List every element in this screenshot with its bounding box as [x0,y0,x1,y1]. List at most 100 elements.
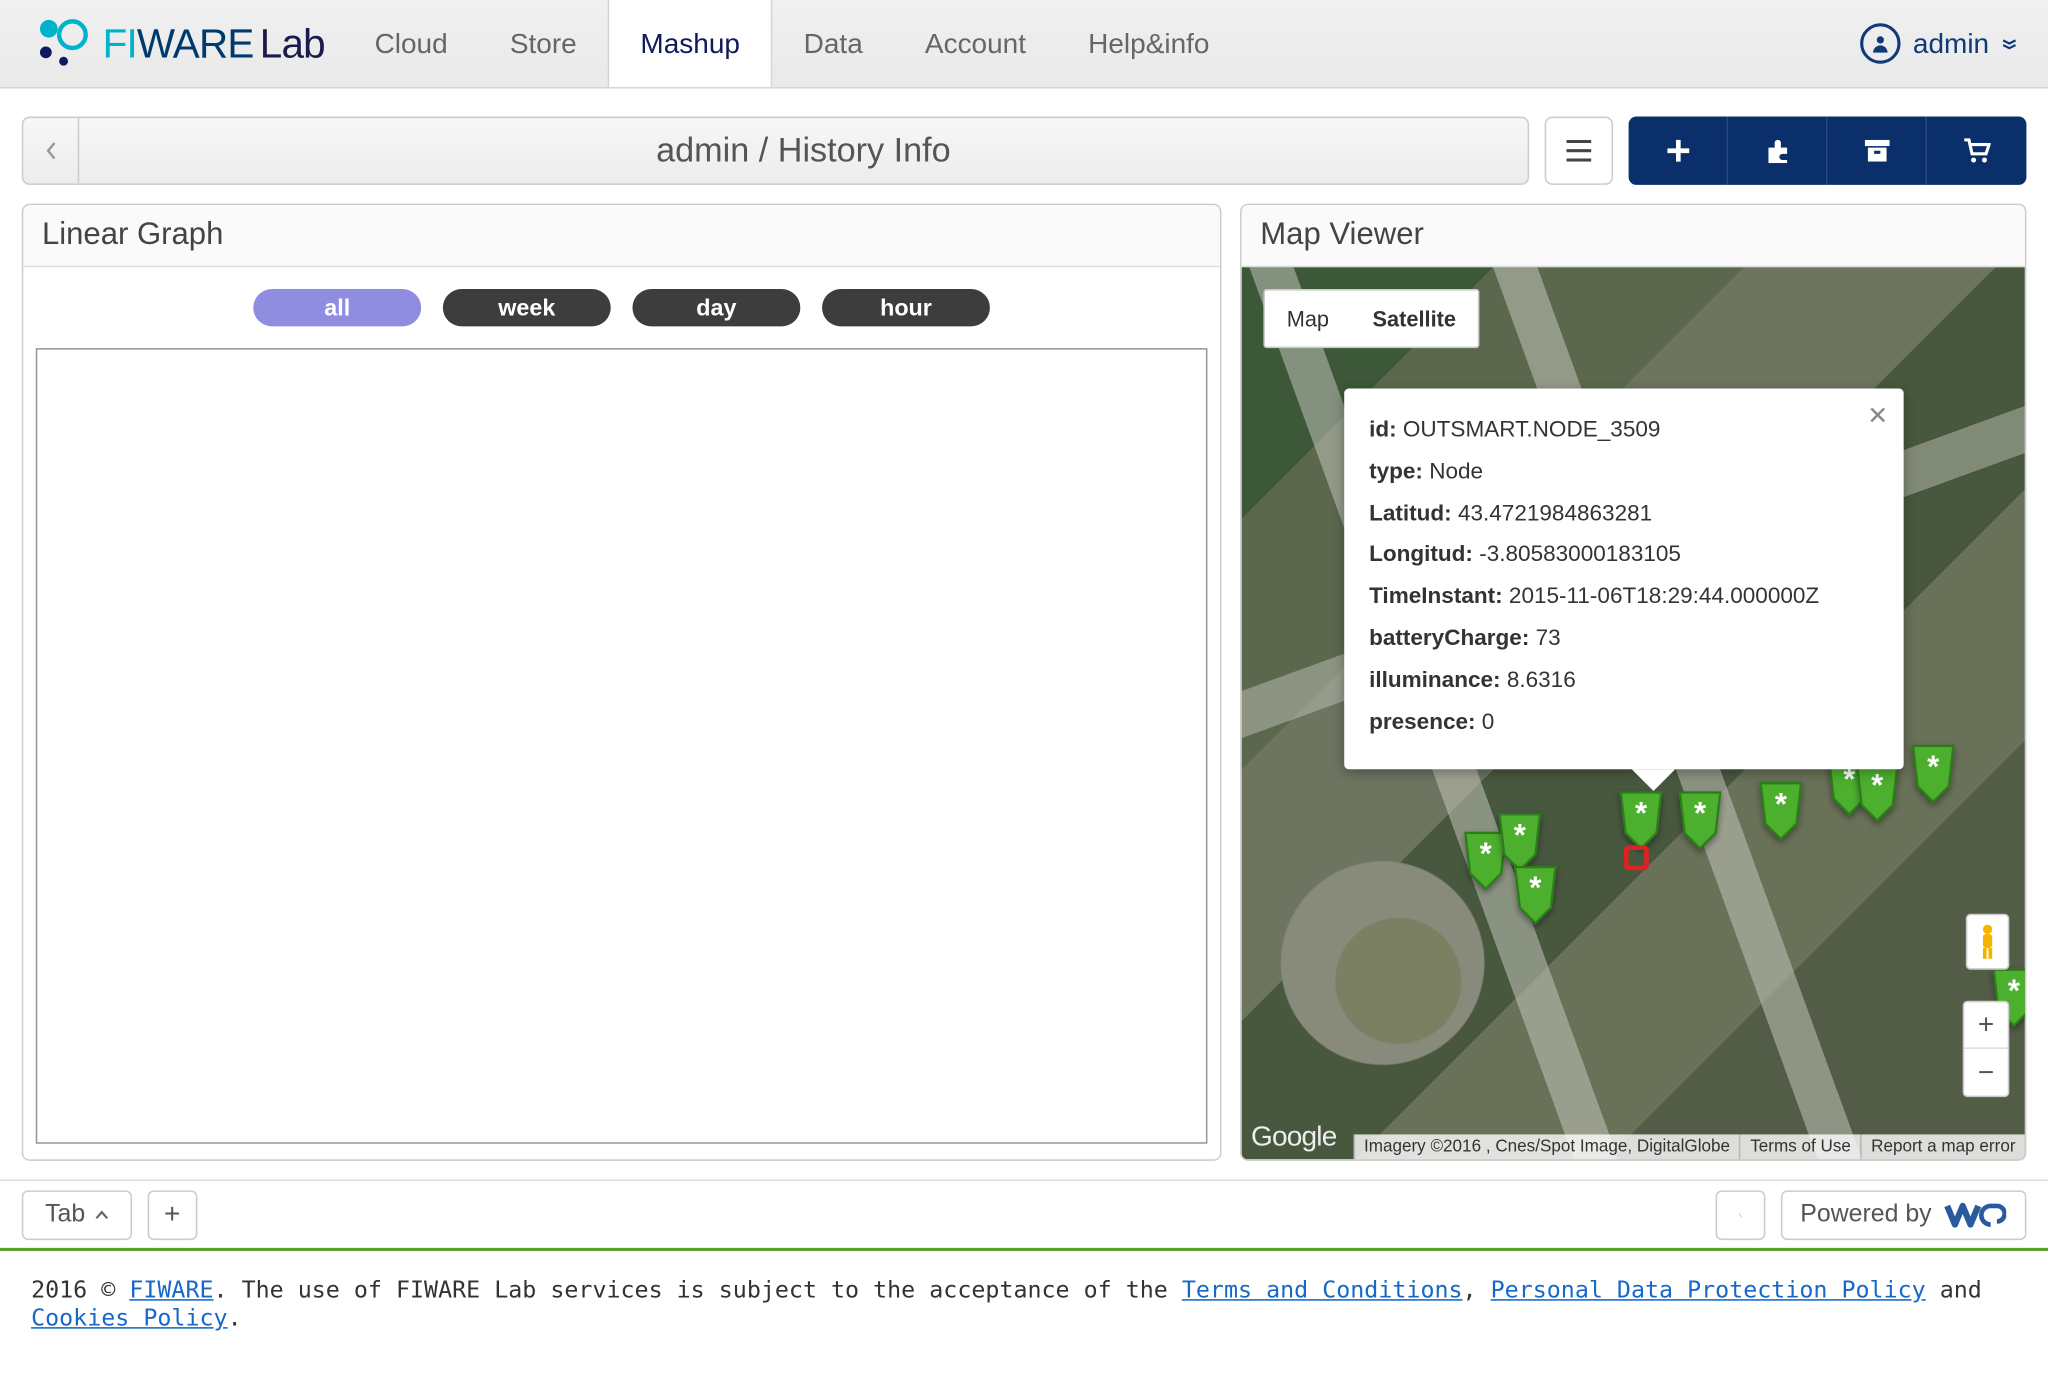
zoom-control: + − [1963,1001,2010,1097]
report-link[interactable]: Report a map error [1860,1134,2025,1159]
info-presence-label: presence: [1369,710,1475,735]
chevron-down-icon [2002,36,2018,52]
close-icon[interactable]: ✕ [1867,401,1888,432]
svg-text:*: * [1635,796,1648,831]
archive-button[interactable] [1828,117,1927,185]
workspace: Linear Graph all week day hour Map Viewe… [0,185,2048,1180]
tab-bar: Tab + Powered by [0,1179,2048,1250]
map-viewer-title: Map Viewer [1242,205,2025,267]
cart-button[interactable] [1927,117,2026,185]
svg-text:*: * [1775,786,1788,821]
powered-by[interactable]: Powered by [1780,1190,2026,1240]
tab-right: Powered by [1715,1190,2027,1240]
nav-account[interactable]: Account [894,0,1057,87]
add-button[interactable] [1629,117,1728,185]
time-range-pills: all week day hour [23,267,1220,342]
plugin-button[interactable] [1728,117,1827,185]
user-name: admin [1913,27,1989,60]
chevron-up-icon [94,1210,108,1219]
logo-text: FIWARELab [103,19,325,67]
svg-text:*: * [1927,749,1940,784]
map-type-toggle: Map Satellite [1263,289,1479,348]
info-time-label: TimeInstant: [1369,585,1503,610]
nav-help[interactable]: Help&info [1057,0,1240,87]
pegman-icon[interactable] [1966,914,2010,970]
map-marker[interactable]: * [1754,780,1807,842]
logo-icon [31,14,90,73]
svg-text:*: * [1529,870,1542,905]
pill-day[interactable]: day [632,289,800,326]
cookies-link[interactable]: Cookies Policy [31,1304,227,1332]
zoom-in-button[interactable]: + [1964,1002,2008,1049]
svg-text:*: * [1480,836,1493,871]
map-marker[interactable]: * [1851,761,1904,823]
logo[interactable]: FIWARELab [31,14,325,73]
top-nav: FIWARELab Cloud Store Mashup Data Accoun… [0,0,2048,89]
map-viewer-panel: Map Viewer Map Satellite ✕ id: OUTSMART.… [1240,204,2026,1161]
zoom-out-button[interactable]: − [1964,1049,2008,1096]
linear-graph-body: all week day hour [23,267,1220,1159]
legal-text: . The use of FIWARE Lab services is subj… [214,1276,1182,1304]
map-marker[interactable]: * [1509,864,1562,926]
map-marker[interactable]: * [1907,743,1960,805]
info-lat-label: Latitud: [1369,501,1452,526]
imagery-text: Imagery ©2016 , Cnes/Spot Image, Digital… [1353,1134,1739,1159]
legal-year: 2016 © [31,1276,129,1304]
terms-link[interactable]: Terms and Conditions [1182,1276,1463,1304]
graph-canvas[interactable] [36,348,1208,1144]
breadcrumb-title: admin / History Info [79,118,1527,183]
tab-label: Tab [45,1200,85,1228]
add-tab-button[interactable]: + [147,1190,197,1240]
tab-left: Tab + [22,1190,197,1240]
nav-items: Cloud Store Mashup Data Account Help&inf… [344,0,1241,87]
map-type-satellite[interactable]: Satellite [1351,291,1478,347]
info-id-label: id: [1369,418,1397,443]
linear-graph-panel: Linear Graph all week day hour [22,204,1222,1161]
linear-graph-title: Linear Graph [23,205,1220,267]
info-battery-value: 73 [1536,626,1561,651]
hamburger-button[interactable] [1545,117,1613,185]
back-button[interactable] [23,118,79,183]
info-id-value: OUTSMART.NODE_3509 [1403,418,1661,443]
privacy-link[interactable]: Personal Data Protection Policy [1491,1276,1926,1304]
info-illum-value: 8.6316 [1507,668,1576,693]
fullscreen-button[interactable] [1715,1190,1765,1240]
info-time-value: 2015-11-06T18:29:44.000000Z [1509,585,1819,610]
selected-marker-icon[interactable] [1624,845,1649,870]
svg-text:*: * [1871,768,1884,803]
nav-cloud[interactable]: Cloud [344,0,479,87]
breadcrumb-bar: admin / History Info [22,117,1529,185]
nav-mashup[interactable]: Mashup [608,0,773,87]
info-window: ✕ id: OUTSMART.NODE_3509 type: Node Lati… [1344,389,1903,769]
info-illum-label: illuminance: [1369,668,1500,693]
info-battery-label: batteryCharge: [1369,626,1529,651]
info-lon-value: -3.80583000183105 [1479,543,1681,568]
nav-store[interactable]: Store [479,0,608,87]
legal-text: , [1463,1276,1491,1304]
fiware-link[interactable]: FIWARE [129,1276,213,1304]
user-menu[interactable]: admin [1860,23,2017,63]
svg-text:*: * [1694,796,1707,831]
map-marker[interactable]: * [1674,789,1727,851]
info-lat-value: 43.4721984863281 [1458,501,1652,526]
breadcrumb-row: admin / History Info [0,89,2048,185]
pill-hour[interactable]: hour [822,289,990,326]
map-type-map[interactable]: Map [1265,291,1351,347]
map-marker[interactable]: * [1615,789,1668,851]
user-icon [1860,23,1900,63]
pill-week[interactable]: week [443,289,611,326]
action-bar [1629,117,2027,185]
terms-link[interactable]: Terms of Use [1739,1134,1860,1159]
pill-all[interactable]: all [253,289,421,326]
info-lon-label: Longitud: [1369,543,1473,568]
svg-text:*: * [1514,817,1527,852]
tab-button[interactable]: Tab [22,1190,132,1240]
info-type-label: type: [1369,460,1423,485]
legal-text: . [228,1304,242,1332]
svg-text:*: * [2008,973,2021,1008]
legal-text: and [1926,1276,1982,1304]
wirecloud-icon [1944,1199,2006,1230]
nav-data[interactable]: Data [773,0,894,87]
legal-footer: 2016 © FIWARE. The use of FIWARE Lab ser… [0,1251,2048,1357]
map-body[interactable]: Map Satellite ✕ id: OUTSMART.NODE_3509 t… [1242,267,2025,1159]
